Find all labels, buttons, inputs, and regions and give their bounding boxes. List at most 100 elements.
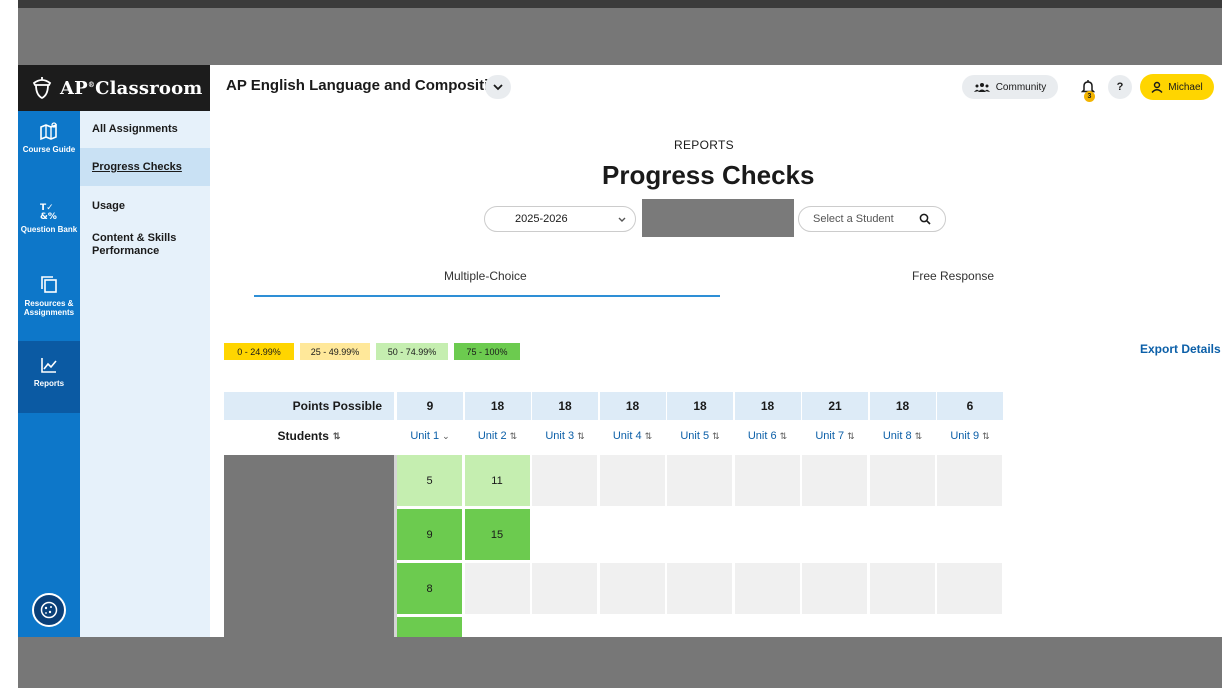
- score-cell[interactable]: [532, 563, 597, 614]
- score-cell[interactable]: [599, 563, 665, 614]
- map-icon: [40, 122, 57, 141]
- svg-text:&%: &%: [40, 212, 57, 221]
- sort-icon: ⇅: [982, 430, 990, 441]
- browser-chrome-redacted: [18, 8, 1222, 65]
- user-icon: [1151, 81, 1163, 93]
- score-cell[interactable]: [802, 563, 867, 614]
- score-cell[interactable]: [599, 455, 665, 506]
- score-cell[interactable]: 5: [397, 455, 462, 506]
- tab-free-response[interactable]: Free Response: [912, 269, 994, 283]
- points-possible-cell: 18: [869, 392, 936, 420]
- course-title: AP English Language and Composition: [226, 77, 507, 94]
- cookie-settings-button[interactable]: [32, 593, 66, 627]
- screen-border-bottom: [0, 688, 1222, 692]
- taskbar-redacted: [18, 637, 1222, 688]
- rail-label: Question Bank: [20, 225, 78, 234]
- unit-sort-header[interactable]: Unit 2 ⇅: [465, 422, 531, 450]
- section-kicker: REPORTS: [674, 138, 734, 152]
- unit-sort-header[interactable]: Unit 8 ⇅: [870, 422, 936, 450]
- score-cell[interactable]: [397, 617, 462, 637]
- rail-label: Resources & Assignments: [23, 299, 75, 317]
- community-button[interactable]: Community: [962, 75, 1058, 99]
- student-names-redacted: [224, 455, 394, 637]
- year-value: 2025-2026: [515, 213, 568, 225]
- tab-multiple-choice[interactable]: Multiple-Choice: [444, 269, 527, 283]
- rail-item-question-bank[interactable]: T✓ &% Question Bank: [18, 201, 80, 234]
- score-cell[interactable]: [869, 455, 935, 506]
- student-search-placeholder: Select a Student: [813, 213, 894, 225]
- left-rail: Course Guide T✓ &% Question Bank Resource…: [18, 65, 80, 637]
- chevron-down-icon: [618, 217, 626, 222]
- math-symbols-icon: T✓&%: [40, 203, 57, 221]
- sort-icon: ⇅: [914, 430, 923, 441]
- unit-sort-header[interactable]: Unit 7 ⇅: [802, 422, 868, 450]
- score-cell[interactable]: [869, 563, 935, 614]
- chevron-down-icon: [493, 84, 503, 91]
- legend-chip-0-25: 0 - 24.99%: [224, 343, 294, 360]
- subnav-progress-checks[interactable]: Progress Checks: [80, 148, 210, 186]
- points-possible-cell: 18: [667, 392, 733, 420]
- search-icon: [919, 213, 931, 225]
- score-cell[interactable]: [532, 455, 597, 506]
- unit-sort-header[interactable]: Unit 3 ⇅: [532, 422, 598, 450]
- stacked-pages-icon: [41, 276, 57, 293]
- subnav-content-skills[interactable]: Content & Skills Performance: [80, 232, 190, 258]
- score-cell[interactable]: [734, 455, 800, 506]
- sort-icon: ⇅: [644, 430, 653, 441]
- unit-sort-header[interactable]: Unit 9 ⇅: [937, 422, 1003, 450]
- sort-icon: ⇅: [847, 430, 855, 441]
- rail-item-reports[interactable]: Reports: [18, 341, 80, 413]
- course-switcher-button[interactable]: [485, 75, 511, 99]
- brand-name: AP®Classroom: [60, 77, 203, 99]
- unit-sort-header[interactable]: Unit 6 ⇅: [735, 422, 801, 450]
- students-sort-header[interactable]: Students ⇅: [224, 422, 394, 450]
- help-button[interactable]: ?: [1108, 75, 1132, 99]
- subnav-usage[interactable]: Usage: [80, 200, 210, 213]
- notifications-count-badge: 3: [1084, 91, 1095, 102]
- score-cell[interactable]: 8: [397, 563, 462, 614]
- score-cell[interactable]: [937, 455, 1002, 506]
- rail-item-course-guide[interactable]: Course Guide: [18, 121, 80, 154]
- sort-icon: ⇅: [577, 430, 585, 441]
- score-cell[interactable]: [464, 563, 530, 614]
- unit-sort-header[interactable]: Unit 4 ⇅: [600, 422, 666, 450]
- score-cell[interactable]: 9: [397, 509, 462, 560]
- cookie-icon: [40, 601, 58, 619]
- legend-chip-25-50: 25 - 49.99%: [300, 343, 370, 360]
- line-chart-icon: [41, 358, 57, 373]
- points-possible-cell: 18: [464, 392, 531, 420]
- user-name: Michael: [1168, 81, 1203, 93]
- points-possible-label: Points Possible: [224, 392, 394, 420]
- student-search-input[interactable]: Select a Student: [798, 206, 946, 232]
- section-select-redacted[interactable]: [642, 199, 794, 237]
- sort-icon: ⇅: [332, 430, 341, 441]
- page-title: Progress Checks: [602, 160, 815, 190]
- sort-icon: ⇅: [509, 430, 518, 441]
- points-possible-cell: 6: [937, 392, 1003, 420]
- year-select[interactable]: 2025-2026: [484, 206, 636, 232]
- rail-label: Course Guide: [22, 145, 76, 154]
- legend-chip-50-75: 50 - 74.99%: [376, 343, 448, 360]
- score-cell[interactable]: [667, 455, 732, 506]
- unit-sort-header[interactable]: Unit 5 ⇅: [667, 422, 733, 450]
- score-cell[interactable]: [667, 563, 732, 614]
- ap-classroom-app: Course Guide T✓ &% Question Bank Resource…: [18, 65, 1222, 637]
- score-cell[interactable]: [937, 563, 1002, 614]
- subnav-all-assignments[interactable]: All Assignments: [80, 123, 210, 136]
- ap-classroom-logo[interactable]: AP®Classroom: [18, 65, 210, 111]
- rail-item-resources[interactable]: Resources & Assignments: [18, 275, 80, 317]
- top-header: AP English Language and Composition Comm…: [210, 65, 1222, 111]
- points-possible-cell: 18: [599, 392, 666, 420]
- export-details-link[interactable]: Export Details: [1140, 342, 1221, 356]
- community-label: Community: [995, 81, 1047, 93]
- points-possible-cell: 18: [734, 392, 801, 420]
- score-cell[interactable]: [802, 455, 867, 506]
- score-cell[interactable]: [734, 563, 800, 614]
- score-cell[interactable]: 15: [464, 509, 530, 560]
- people-icon: [973, 83, 990, 92]
- unit-sort-header[interactable]: Unit 1 ⌄: [397, 422, 463, 450]
- user-menu-button[interactable]: Michael: [1140, 74, 1214, 100]
- score-cell[interactable]: 11: [464, 455, 530, 506]
- acorn-icon: [32, 77, 52, 100]
- screen-border: [0, 0, 18, 692]
